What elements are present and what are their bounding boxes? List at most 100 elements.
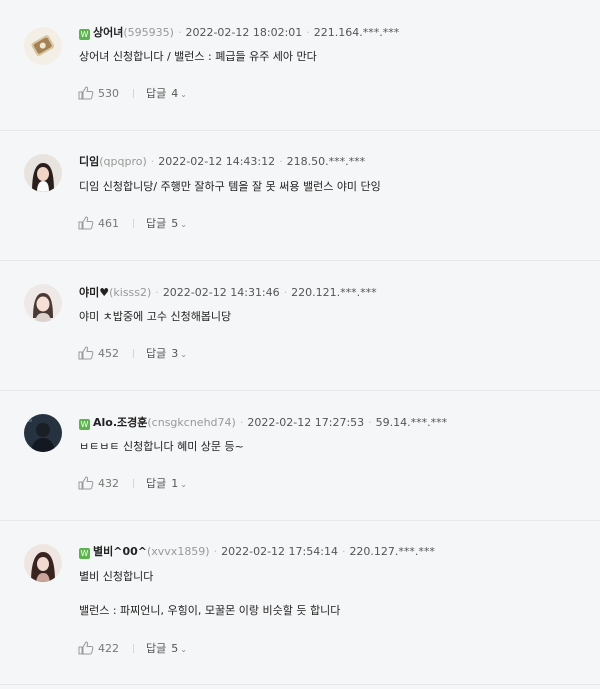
avatar[interactable] xyxy=(24,154,62,192)
comment-actions: 530 답글 4 ⌄ xyxy=(78,86,187,102)
thumbs-up-icon xyxy=(78,641,94,655)
meta-separator: · xyxy=(341,545,346,558)
like-button[interactable]: 452 xyxy=(78,346,119,362)
reply-count: 4 xyxy=(171,87,179,100)
meta-separator: · xyxy=(155,286,159,299)
comment-actions: 452 답글 3 ⌄ xyxy=(78,346,187,362)
comment-date: 2022-02-12 17:27:53 xyxy=(247,416,365,429)
reply-label: 답글 xyxy=(146,642,167,655)
comment-item: 디임(qpqpro) · 2022-02-12 14:43:12 · 218.50.**… xyxy=(0,131,600,261)
thumbs-up-icon xyxy=(78,86,94,100)
comment-item: W Alo.조경훈(cnsgkcnehd74) · 2022-02-12 17:27:… xyxy=(0,391,600,521)
meta-separator: · xyxy=(213,545,218,558)
comment-user-id: (595935) xyxy=(123,26,174,39)
thumbs-up-icon xyxy=(78,216,94,230)
chevron-down-icon: ⌄ xyxy=(180,220,187,229)
comment-meta: W 상어녀(595935) · 2022-02-12 18:02:01 · 221.164… xyxy=(79,26,399,40)
reply-count: 5 xyxy=(171,217,179,230)
grade-badge-icon: W xyxy=(79,548,90,559)
reply-toggle-button[interactable]: 답글 5 ⌄ xyxy=(146,217,187,230)
comment-date: 2022-02-12 14:31:46 xyxy=(162,286,280,299)
thumbs-up-icon xyxy=(78,346,94,360)
like-button[interactable]: 422 xyxy=(78,641,119,657)
grade-badge-icon: W xyxy=(79,29,90,40)
comment-user-id: (qpqpro) xyxy=(99,155,147,168)
comment-item: W 상어녀(595935) · 2022-02-12 18:02:01 · 221.164… xyxy=(0,0,600,131)
reply-count: 5 xyxy=(171,642,179,655)
reply-label: 답글 xyxy=(146,347,167,360)
meta-separator: · xyxy=(279,155,283,168)
avatar[interactable] xyxy=(24,544,62,582)
comment-user-id: (kisss2) xyxy=(109,286,152,299)
avatar[interactable] xyxy=(24,27,62,65)
comment-nickname[interactable]: 디임 xyxy=(79,155,99,168)
chevron-down-icon: ⌄ xyxy=(180,90,187,99)
comment-actions: 432 답글 1 ⌄ xyxy=(78,476,187,492)
comment-text: 별비 신청합니다 xyxy=(79,570,154,583)
comment-meta: W Alo.조경훈(cnsgkcnehd74) · 2022-02-12 17:27:… xyxy=(79,416,447,430)
grade-badge-icon: W xyxy=(79,419,90,430)
comment-date: 2022-02-12 18:02:01 xyxy=(185,26,303,39)
comment-ip: 59.14.***.*** xyxy=(375,416,448,429)
comment-text: 야미 ㅊ밥중에 고수 신청해봅니당 xyxy=(79,310,232,323)
reply-count: 3 xyxy=(171,347,179,360)
comment-nickname[interactable]: 야미♥ xyxy=(79,286,109,299)
like-button[interactable]: 530 xyxy=(78,86,119,102)
comment-item: 야미♥(kisss2) · 2022-02-12 14:31:46 · 220.121.… xyxy=(0,261,600,391)
comment-actions: 422 답글 5 ⌄ xyxy=(78,641,187,657)
chevron-down-icon: ⌄ xyxy=(180,350,187,359)
comment-meta: 야미♥(kisss2) · 2022-02-12 14:31:46 · 220.121.… xyxy=(79,286,377,300)
like-count: 452 xyxy=(98,347,119,360)
like-count: 461 xyxy=(98,217,119,230)
comment-ip: 221.164.***.*** xyxy=(313,26,400,39)
action-divider xyxy=(133,644,134,653)
like-button[interactable]: 461 xyxy=(78,216,119,232)
comment-nickname[interactable]: 상어녀 xyxy=(93,26,123,39)
reply-toggle-button[interactable]: 답글 4 ⌄ xyxy=(146,87,187,100)
action-divider xyxy=(133,479,134,488)
like-count: 530 xyxy=(98,87,119,100)
comment-text: 상어녀 신청합니다 / 밸런스 : 폐급들 유주 세아 만다 xyxy=(79,50,317,63)
meta-separator: · xyxy=(177,26,182,39)
meta-separator: · xyxy=(283,286,288,299)
action-divider xyxy=(133,89,134,98)
comment-text: 디임 신청합니당/ 주행만 잘하구 템을 잘 못 써용 밸런스 야미 단잉 xyxy=(79,180,381,193)
reply-label: 답글 xyxy=(146,477,167,490)
comment-actions: 461 답글 5 ⌄ xyxy=(78,216,187,232)
reply-toggle-button[interactable]: 답글 3 ⌄ xyxy=(146,347,187,360)
comment-meta: W 별비^00^(xvvx1859) · 2022-02-12 17:54:14 · 22… xyxy=(79,545,435,559)
comment-text: 밸런스 : 파찌언니, 우힝이, 모꿀몬 이랑 비슷할 듯 합니다 xyxy=(79,604,341,617)
comment-ip: 218.50.***.*** xyxy=(286,155,366,168)
reply-toggle-button[interactable]: 답글 1 ⌄ xyxy=(146,477,187,490)
comment-date: 2022-02-12 14:43:12 xyxy=(158,155,276,168)
thumbs-up-icon xyxy=(78,476,94,490)
action-divider xyxy=(133,219,134,228)
meta-separator: · xyxy=(368,416,372,429)
comment-nickname[interactable]: 별비^00^ xyxy=(93,545,147,558)
reply-label: 답글 xyxy=(146,87,167,100)
avatar[interactable] xyxy=(24,414,62,452)
comment-text: ㅂㅌㅂㅌ 신청합니다 혜미 상문 등~ xyxy=(79,440,244,453)
comment-date: 2022-02-12 17:54:14 xyxy=(221,545,338,558)
meta-separator: · xyxy=(239,416,244,429)
comment-user-id: (cnsgkcnehd74) xyxy=(147,416,236,429)
avatar[interactable] xyxy=(24,284,62,322)
like-button[interactable]: 432 xyxy=(78,476,119,492)
action-divider xyxy=(133,349,134,358)
comment-item: W 별비^00^(xvvx1859) · 2022-02-12 17:54:14 · 22… xyxy=(0,521,600,685)
reply-toggle-button[interactable]: 답글 5 ⌄ xyxy=(146,642,187,655)
comment-user-id: (xvvx1859) xyxy=(146,545,210,558)
chevron-down-icon: ⌄ xyxy=(180,645,187,654)
reply-label: 답글 xyxy=(146,217,167,230)
comment-ip: 220.121.***.*** xyxy=(291,286,377,299)
comment-ip: 220.127.***.*** xyxy=(349,545,435,558)
reply-count: 1 xyxy=(171,477,179,490)
chevron-down-icon: ⌄ xyxy=(180,480,187,489)
comment-list: W 상어녀(595935) · 2022-02-12 18:02:01 · 221.164… xyxy=(0,0,600,689)
comment-meta: 디임(qpqpro) · 2022-02-12 14:43:12 · 218.50.**… xyxy=(79,155,365,169)
meta-separator: · xyxy=(306,26,310,39)
meta-separator: · xyxy=(150,155,155,168)
comment-nickname[interactable]: Alo.조경훈 xyxy=(93,416,147,429)
like-count: 432 xyxy=(98,477,119,490)
like-count: 422 xyxy=(98,642,119,655)
